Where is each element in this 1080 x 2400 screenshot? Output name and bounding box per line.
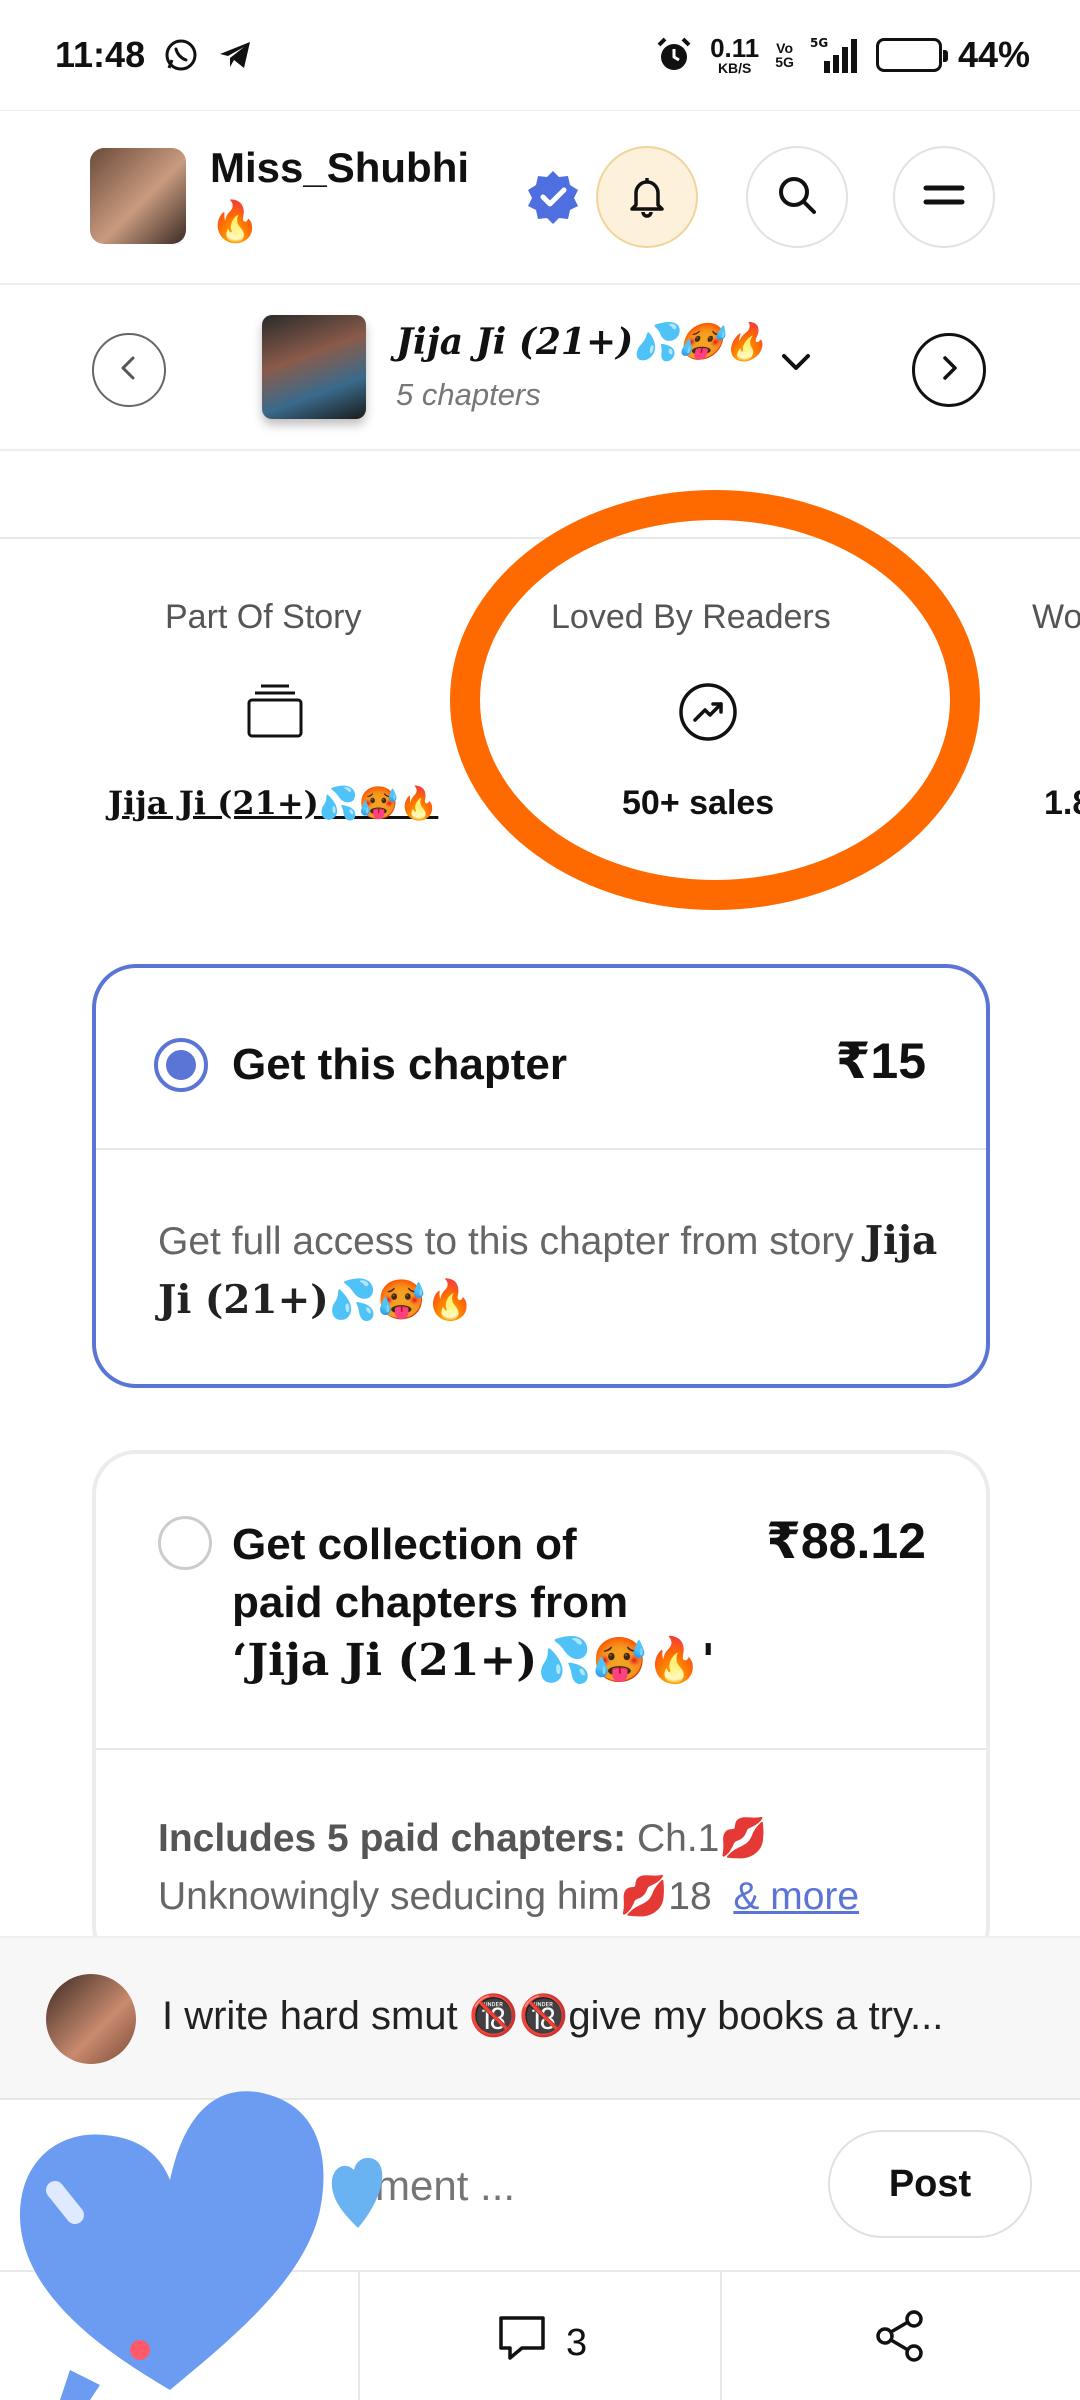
story-chapter-count: 5 chapters bbox=[396, 377, 541, 412]
option-collection-title: Get collection of paid chapters from ‘Ji… bbox=[232, 1520, 716, 1686]
volte-indicator: Vo 5G bbox=[775, 40, 794, 70]
small-blue-heart-icon bbox=[326, 2150, 390, 2235]
story-thumbnail[interactable] bbox=[262, 315, 366, 419]
stat-value-cut-off: 1.8 bbox=[1044, 784, 1080, 822]
battery-percent: 44% bbox=[957, 34, 1030, 75]
option-collection-price: ₹88.12 bbox=[766, 1513, 926, 1569]
search-icon bbox=[773, 171, 821, 224]
option-chapter-price: ₹15 bbox=[835, 1033, 926, 1089]
author-emoji: 🔥 bbox=[210, 200, 260, 244]
story-title[interactable]: Jija Ji (21+)💦🥵🔥 bbox=[396, 321, 768, 363]
comment-text: I write hard smut 🔞🔞give my books a try.… bbox=[162, 1994, 944, 2038]
comments-button[interactable]: 3 bbox=[496, 2312, 587, 2374]
alarm-icon bbox=[654, 35, 694, 75]
post-button[interactable]: Post bbox=[828, 2130, 1032, 2238]
network-speed: 0.11 KB/S bbox=[710, 33, 760, 76]
bell-icon bbox=[624, 172, 670, 223]
author-avatar[interactable] bbox=[90, 148, 186, 244]
option-collection-includes: Includes 5 paid chapters: Ch.1💋 Unknowin… bbox=[158, 1817, 860, 1918]
story-selector: Jija Ji (21+)💦🥵🔥 5 chapters bbox=[0, 283, 1080, 451]
share-button[interactable] bbox=[872, 2308, 928, 2369]
verified-badge-icon bbox=[524, 168, 582, 226]
chevron-down-icon bbox=[776, 354, 816, 381]
telegram-icon bbox=[217, 37, 253, 73]
menu-button[interactable] bbox=[893, 146, 995, 248]
card-separator bbox=[96, 1148, 986, 1150]
story-dropdown-button[interactable] bbox=[776, 347, 816, 382]
stack-icon bbox=[246, 682, 304, 745]
radio-chapter-selected[interactable] bbox=[154, 1038, 208, 1092]
show-more-link[interactable]: & more bbox=[733, 1875, 859, 1918]
option-chapter-title: Get this chapter bbox=[232, 1040, 567, 1089]
network-type-label: 5G bbox=[810, 36, 828, 50]
stat-value-part-of-story[interactable]: Jija Ji (21+)💦🥵🔥 bbox=[108, 784, 438, 823]
notification-bell-button[interactable] bbox=[596, 146, 698, 248]
option-card-collection[interactable]: Get collection of paid chapters from ‘Ji… bbox=[92, 1450, 990, 1970]
next-story-button[interactable] bbox=[912, 333, 986, 407]
signal-icon: 5G bbox=[810, 35, 860, 75]
comment-bubble-icon bbox=[496, 2312, 548, 2374]
stat-label-part-of-story: Part Of Story bbox=[165, 598, 362, 636]
stat-label-cut-off: Wo bbox=[1032, 598, 1080, 636]
battery-icon bbox=[875, 38, 948, 72]
option-chapter-description: Get full access to this chapter from sto… bbox=[158, 1218, 938, 1323]
bottom-bar-divider bbox=[720, 2272, 722, 2400]
status-time: 11:48 bbox=[55, 34, 146, 75]
hamburger-menu-icon bbox=[922, 180, 966, 215]
chevron-right-icon bbox=[934, 353, 964, 388]
orange-highlight-circle bbox=[450, 490, 980, 910]
previous-story-button[interactable] bbox=[92, 333, 166, 407]
blue-heart-sticker-icon bbox=[0, 2040, 360, 2400]
chevron-left-icon bbox=[114, 353, 144, 388]
section-divider bbox=[0, 537, 1080, 539]
share-icon bbox=[872, 2310, 928, 2368]
search-button[interactable] bbox=[746, 146, 848, 248]
option-card-chapter[interactable]: Get this chapter ₹15 Get full access to … bbox=[92, 964, 990, 1388]
whatsapp-icon bbox=[163, 37, 199, 73]
radio-collection[interactable] bbox=[158, 1516, 212, 1570]
comment-count: 3 bbox=[566, 2321, 588, 2364]
card-separator bbox=[96, 1748, 986, 1750]
status-bar: 11:48 0.11 KB/S Vo 5G 5G 44% bbox=[0, 0, 1080, 110]
author-name[interactable]: Miss_Shubhi bbox=[210, 144, 469, 192]
